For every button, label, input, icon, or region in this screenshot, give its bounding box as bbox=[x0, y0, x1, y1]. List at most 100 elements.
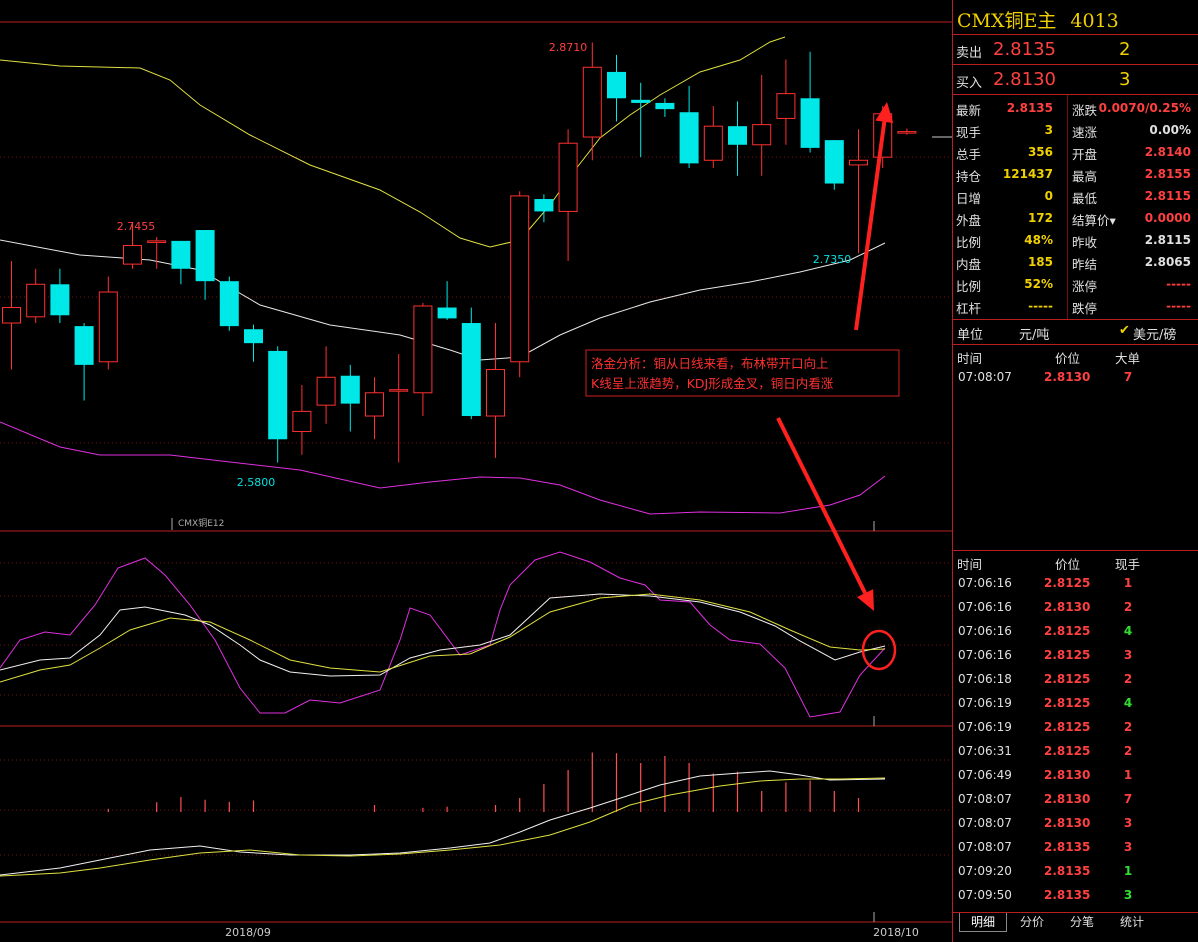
candle-body bbox=[389, 389, 409, 392]
candle bbox=[679, 85, 699, 169]
trade-time: 07:06:18 bbox=[958, 672, 1012, 686]
unit-row: 单位 元/吨 ✔ 美元/磅 bbox=[953, 320, 1198, 345]
candle bbox=[752, 75, 772, 176]
list-item[interactable]: 07:06:49 2.8130 1 bbox=[953, 763, 1198, 787]
trade-price: 2.8125 bbox=[1044, 720, 1091, 734]
trade-volume: 1 bbox=[1123, 864, 1133, 878]
quote-key: 速涨 bbox=[1072, 125, 1098, 140]
candle-body bbox=[631, 99, 651, 103]
trade-volume: 3 bbox=[1123, 840, 1133, 854]
trade-price: 2.8135 bbox=[1044, 840, 1091, 854]
list-item[interactable]: 07:06:16 2.8125 4 bbox=[953, 619, 1198, 643]
candle bbox=[849, 129, 868, 254]
bollinger-upper bbox=[0, 36, 786, 248]
quote-value: 0 bbox=[1044, 189, 1053, 203]
list-item[interactable]: 07:08:07 2.8130 7 bbox=[953, 787, 1198, 811]
candle-body bbox=[534, 199, 554, 212]
candle-body bbox=[316, 376, 336, 406]
candle-body bbox=[461, 323, 481, 417]
up-arrow-head bbox=[875, 102, 894, 124]
quote-key: 总手 bbox=[956, 147, 982, 162]
unit-label: 单位 bbox=[957, 328, 984, 343]
instrument-label: CMX铜E12 bbox=[178, 517, 224, 529]
quote-key: 内盘 bbox=[956, 257, 982, 272]
sell-row[interactable]: 卖出 2.8135 2 bbox=[953, 35, 1198, 65]
x-axis-label: 2018/10 bbox=[873, 926, 919, 939]
trade-time: 07:06:49 bbox=[958, 768, 1012, 782]
list-item[interactable]: 07:08:07 2.8130 3 bbox=[953, 811, 1198, 835]
candle bbox=[340, 364, 360, 432]
trade-volume: 2 bbox=[1123, 744, 1133, 758]
quote-key: 外盘 bbox=[956, 213, 982, 228]
big-order-list[interactable]: 时间 价位 大单 07:08:07 2.8130 7 bbox=[953, 345, 1198, 551]
candle-body bbox=[147, 240, 167, 243]
list-item[interactable]: 07:08:07 2.8135 3 bbox=[953, 835, 1198, 859]
trade-time: 07:06:16 bbox=[958, 624, 1012, 638]
kdj-k-line bbox=[0, 593, 886, 677]
candle-body bbox=[582, 66, 602, 138]
quote-row: 总手 356 开盘 2.8140 bbox=[953, 141, 1198, 163]
volume-ma-2 bbox=[0, 777, 886, 877]
candle bbox=[195, 230, 215, 300]
kdj-arrow bbox=[776, 417, 867, 594]
trade-time: 07:06:19 bbox=[958, 696, 1012, 710]
unit-usd-option[interactable]: 美元/磅 bbox=[1133, 324, 1176, 343]
check-icon[interactable]: ✔ bbox=[1119, 323, 1130, 338]
detail-tabs: 明细 分价 分笔 统计 bbox=[953, 912, 1198, 932]
trade-time: 07:09:50 bbox=[958, 888, 1012, 902]
quote-value: 0.0070/0.25% bbox=[1098, 101, 1191, 115]
list-item[interactable]: 07:06:16 2.8130 2 bbox=[953, 595, 1198, 619]
kline-chart[interactable]: 2.8710 2.7455 2.5800 2.7350 CMX铜E12 洛金分析：铜从日线… bbox=[0, 0, 952, 942]
quote-value: 48% bbox=[1024, 233, 1053, 247]
quote-row: 比例 48% 昨收 2.8115 bbox=[953, 229, 1198, 251]
unit-cny-option[interactable]: 元/吨 bbox=[1019, 324, 1049, 343]
quote-row: 最新 2.8135 涨跌 0.0070/0.25% bbox=[953, 97, 1198, 119]
list-item[interactable]: 07:06:16 2.8125 3 bbox=[953, 643, 1198, 667]
trade-volume: 2 bbox=[1123, 672, 1133, 686]
candle-body bbox=[244, 329, 263, 344]
candle bbox=[219, 276, 239, 331]
list-item[interactable]: 07:06:16 2.8125 1 bbox=[953, 571, 1198, 595]
quote-key: 杠杆 bbox=[956, 301, 982, 316]
candle-body bbox=[849, 159, 868, 166]
candle-body bbox=[171, 240, 191, 269]
buy-label: 买入 bbox=[956, 76, 983, 91]
candle bbox=[607, 54, 626, 122]
trade-price: 2.8130 bbox=[1044, 792, 1091, 806]
list-item[interactable]: 07:06:18 2.8125 2 bbox=[953, 667, 1198, 691]
list-item[interactable]: 07:06:19 2.8125 2 bbox=[953, 715, 1198, 739]
instrument-title[interactable]: CMX铜E主 4013 bbox=[957, 6, 1119, 33]
list-item[interactable]: 07:08:07 2.8130 7 bbox=[953, 365, 1198, 389]
quote-value: 2.8115 bbox=[1144, 233, 1191, 247]
candle bbox=[728, 101, 747, 176]
list-item[interactable]: 07:09:20 2.8135 1 bbox=[953, 859, 1198, 883]
candle bbox=[413, 302, 433, 417]
quote-value: ----- bbox=[1028, 299, 1053, 313]
candle bbox=[171, 240, 191, 285]
quote-key: 日增 bbox=[956, 191, 982, 206]
candle bbox=[534, 194, 554, 223]
buy-row[interactable]: 买入 2.8130 3 bbox=[953, 65, 1198, 95]
quote-value: 0.00% bbox=[1149, 123, 1191, 137]
tab-3[interactable]: 统计 bbox=[1109, 913, 1155, 931]
kline-chart-area[interactable]: 2.8710 2.7455 2.5800 2.7350 CMX铜E12 洛金分析：铜从日线… bbox=[0, 0, 952, 942]
list-item[interactable]: 07:09:50 2.8135 3 bbox=[953, 883, 1198, 907]
quote-key: 最新 bbox=[956, 103, 982, 118]
trade-time: 07:06:16 bbox=[958, 576, 1012, 590]
trade-price: 2.8125 bbox=[1044, 696, 1091, 710]
tick-list[interactable]: 明细 分价 分笔 统计 时间 价位 现手 07:06:16 2.8125 1 07:06:16 2.… bbox=[953, 551, 1198, 932]
quote-key[interactable]: 结算价▾ bbox=[1072, 210, 1116, 229]
candle-body bbox=[340, 375, 360, 404]
tab-0[interactable]: 明细 bbox=[959, 913, 1007, 932]
candle-body bbox=[50, 284, 70, 316]
tab-2[interactable]: 分笔 bbox=[1059, 913, 1105, 931]
candle-body bbox=[510, 195, 530, 363]
analysis-line-2: K线呈上涨趋势，KDJ形成金叉，铜日内看涨 bbox=[591, 376, 834, 391]
tab-1[interactable]: 分价 bbox=[1009, 913, 1055, 931]
quote-grid: 最新 2.8135 涨跌 0.0070/0.25% 现手 3 速涨 0.00% 总手 356 开盘 2… bbox=[953, 95, 1198, 320]
candle bbox=[582, 42, 602, 161]
list-item[interactable]: 07:06:31 2.8125 2 bbox=[953, 739, 1198, 763]
list-item[interactable]: 07:06:19 2.8125 4 bbox=[953, 691, 1198, 715]
candle bbox=[98, 276, 118, 370]
candle bbox=[389, 354, 409, 463]
